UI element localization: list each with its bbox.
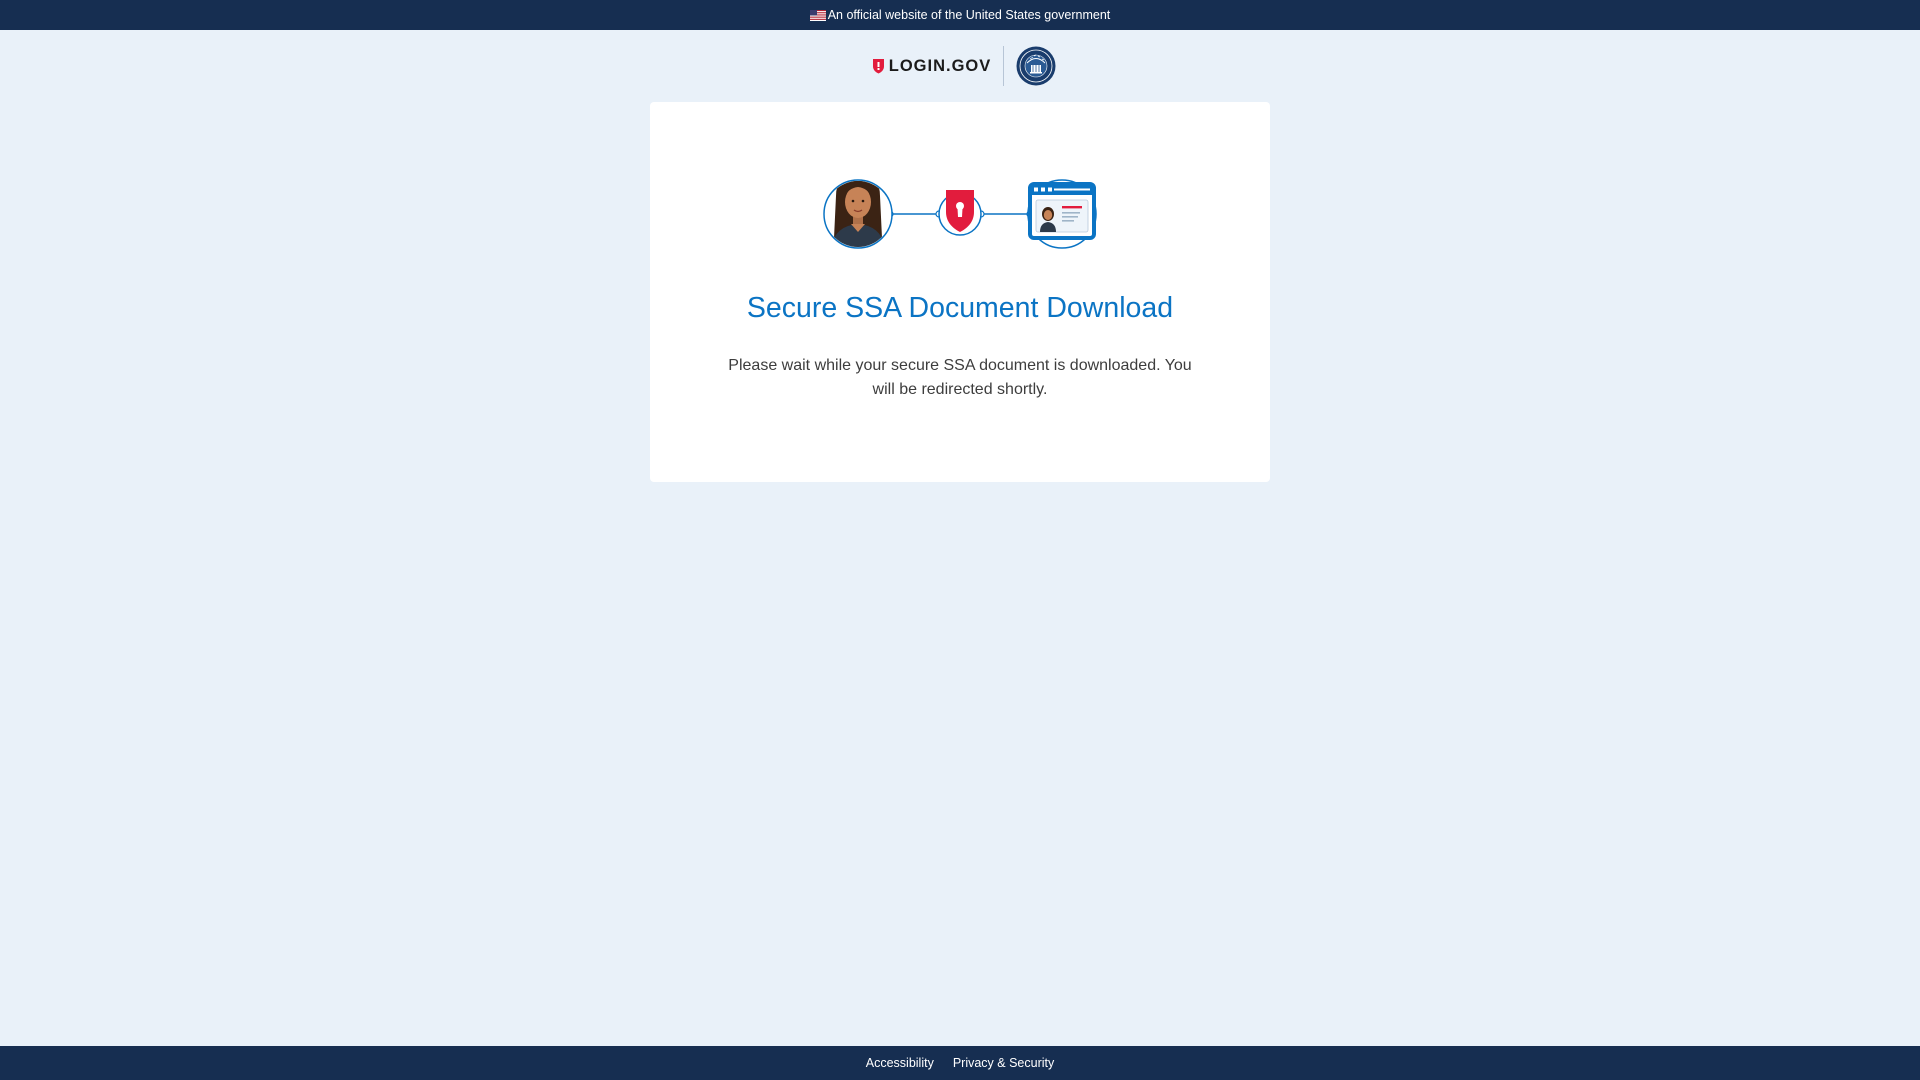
logo-text: LOGIN.GOV <box>888 56 992 75</box>
gov-banner-text: An official website of the United States… <box>827 8 1111 22</box>
site-header: LOGIN.GOV <box>0 44 1920 88</box>
page-title: Secure SSA Document Download <box>746 292 1174 324</box>
shield-icon <box>872 59 884 74</box>
login-gov-logo[interactable]: LOGIN.GOV <box>872 58 1004 75</box>
person-shield-id-card-illustration <box>823 179 1097 249</box>
gov-banner: An official website of the United States… <box>0 0 1920 30</box>
us-flag-icon <box>809 9 826 21</box>
footer-link-privacy-security[interactable]: Privacy & Security <box>953 1056 1054 1070</box>
download-message: Please wait while your secure SSA docume… <box>728 357 1192 398</box>
ssa-seal-icon <box>1016 46 1056 86</box>
site-footer: Accessibility Privacy & Security <box>0 1046 1920 1080</box>
header-divider <box>1003 46 1005 86</box>
footer-link-accessibility[interactable]: Accessibility <box>866 1056 934 1070</box>
main-card: Secure SSA Document Download Please wait… <box>650 102 1270 482</box>
